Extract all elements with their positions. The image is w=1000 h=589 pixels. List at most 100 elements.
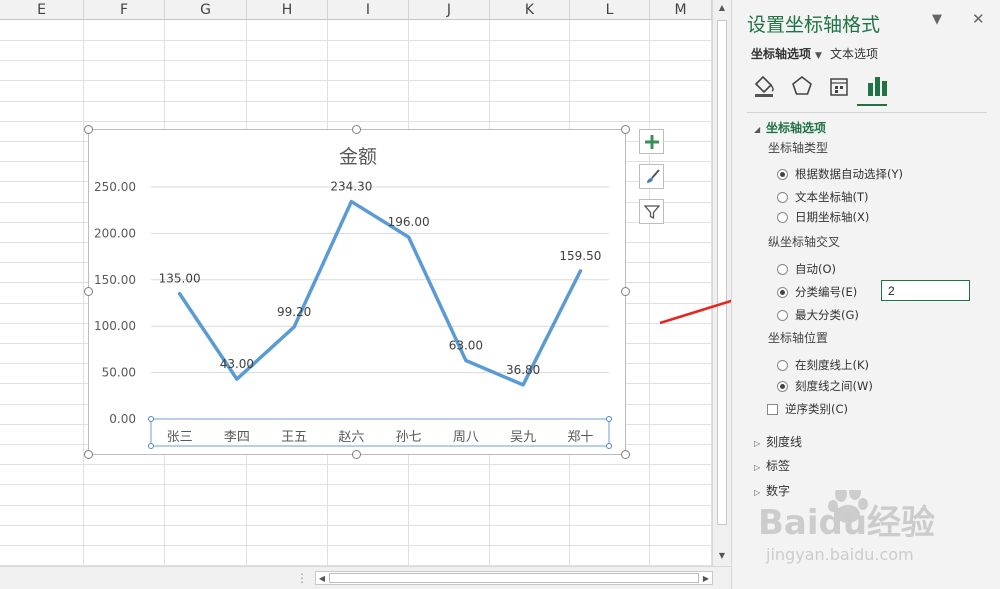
bar-chart-icon	[868, 77, 887, 96]
chart-plot[interactable]: 0.00 50.00 100.00 150.00 200.00 250.00 张三 李四 王五 赵…	[89, 130, 627, 456]
data-point[interactable]	[521, 383, 525, 387]
data-point[interactable]	[464, 359, 468, 363]
x-tick-label: 孙七	[396, 430, 422, 445]
axis-type-date-radio[interactable]: 日期坐标轴(X)	[777, 209, 869, 225]
axis-type-auto-radio[interactable]: 根据数据自动选择(Y)	[777, 166, 903, 182]
radio-icon[interactable]	[777, 191, 788, 203]
category-axis-selection[interactable]	[150, 418, 610, 447]
section-labels[interactable]: ▷ 标签	[754, 457, 790, 474]
vertical-axis-crosses-label: 纵坐标轴交叉	[768, 235, 841, 249]
resize-handle-top[interactable]	[352, 125, 361, 134]
column-header-f[interactable]: F	[84, 0, 165, 20]
data-label: 159.50	[559, 249, 601, 263]
data-point[interactable]	[578, 269, 582, 273]
column-header-m[interactable]: M	[650, 0, 712, 20]
gridline-horizontal	[0, 505, 712, 506]
chart-filters-button[interactable]	[639, 199, 664, 224]
scroll-left-icon[interactable]: ◀	[316, 573, 328, 584]
pane-options-dropdown-icon[interactable]: ▼	[932, 12, 942, 27]
data-point[interactable]	[178, 292, 182, 296]
vertical-scroll-thumb[interactable]	[717, 20, 727, 525]
horizontal-scrollbar[interactable]: ⋮ ◀ ▶	[0, 566, 731, 589]
data-point[interactable]	[407, 235, 411, 239]
scroll-up-icon[interactable]: ▲	[717, 2, 727, 14]
x-tick-label: 周八	[453, 430, 479, 445]
scroll-down-icon[interactable]: ▼	[717, 550, 727, 562]
data-point[interactable]	[292, 325, 296, 329]
radio-icon[interactable]	[777, 359, 788, 371]
watermark-url: jingyan.baidu.com	[765, 545, 914, 564]
expand-triangle-icon: ▷	[754, 463, 761, 472]
data-point[interactable]	[235, 377, 239, 381]
effects-tab[interactable]	[788, 72, 816, 100]
gridline-horizontal	[0, 121, 712, 122]
checkbox-icon[interactable]	[767, 403, 778, 415]
column-header-k[interactable]: K	[490, 0, 570, 20]
radio-icon[interactable]	[777, 309, 788, 321]
axis-selection-handle[interactable]	[148, 443, 154, 449]
axis-type-text-radio[interactable]: 文本坐标轴(T)	[777, 189, 869, 205]
gridline-horizontal	[0, 525, 712, 526]
position-on-tick-marks-radio[interactable]: 在刻度线上(K)	[777, 357, 869, 373]
radio-icon[interactable]	[777, 263, 788, 275]
radio-selected-icon[interactable]	[777, 380, 788, 392]
chart-elements-button[interactable]	[639, 129, 664, 154]
radio-selected-icon[interactable]	[777, 286, 788, 298]
horizontal-scroll-thumb[interactable]	[329, 573, 699, 583]
data-point[interactable]	[349, 200, 353, 204]
cross-category-number-radio[interactable]: 分类编号(E)	[777, 284, 857, 300]
axis-selection-handle[interactable]	[606, 443, 612, 449]
resize-handle-bottom[interactable]	[352, 450, 361, 459]
gridline-horizontal	[0, 40, 712, 41]
axis-selection-handle[interactable]	[606, 416, 612, 422]
cross-max-category-radio[interactable]: 最大分类(G)	[777, 307, 859, 323]
cross-auto-radio[interactable]: 自动(O)	[777, 261, 836, 277]
size-properties-tab[interactable]	[825, 72, 853, 100]
position-between-tick-marks-radio[interactable]: 刻度线之间(W)	[777, 378, 873, 394]
sheet-splitter-handle[interactable]: ⋮	[296, 571, 308, 585]
category-number-input[interactable]	[881, 280, 970, 301]
reverse-categories-checkbox[interactable]: 逆序类别(C)	[767, 401, 848, 417]
size-properties-icon	[830, 78, 848, 96]
tab-axis-options[interactable]: 坐标轴选项	[751, 47, 811, 61]
column-header-l[interactable]: L	[570, 0, 650, 20]
y-tick-label: 50.00	[102, 366, 136, 380]
chart-styles-button[interactable]	[639, 164, 664, 189]
gridline-horizontal	[0, 101, 712, 102]
column-header-h[interactable]: H	[247, 0, 328, 20]
line-chart[interactable]: 金额 0.00 50.00 100.00 150.00 200.00 250.00 张三 李四…	[88, 129, 626, 455]
section-tick-marks[interactable]: ▷ 刻度线	[754, 433, 802, 450]
column-header-e[interactable]: E	[0, 0, 84, 20]
watermark-brand: Baidu经验	[758, 503, 935, 543]
resize-handle-bottom-right[interactable]	[621, 450, 630, 459]
column-header-g[interactable]: G	[165, 0, 247, 20]
axis-options-tab[interactable]	[863, 72, 891, 100]
column-header-j[interactable]: J	[409, 0, 490, 20]
data-label: 43.00	[220, 357, 254, 371]
axis-position-label: 坐标轴位置	[768, 331, 829, 345]
x-tick-label: 张三	[167, 430, 193, 445]
x-tick-label: 赵六	[338, 430, 364, 445]
tab-text-options[interactable]: 文本选项	[830, 47, 878, 61]
resize-handle-left[interactable]	[84, 287, 93, 296]
resize-handle-top-left[interactable]	[84, 125, 93, 134]
radio-selected-icon[interactable]	[777, 168, 788, 180]
data-label: 99.20	[277, 305, 311, 319]
brush-icon	[646, 168, 660, 183]
close-icon[interactable]: ✕	[972, 10, 985, 28]
pane-divider	[747, 112, 987, 113]
resize-handle-bottom-left[interactable]	[84, 450, 93, 459]
y-tick-label: 100.00	[94, 319, 136, 333]
chevron-down-icon[interactable]: ▼	[815, 51, 822, 61]
fill-line-tab[interactable]	[750, 72, 778, 100]
radio-icon[interactable]	[777, 211, 788, 223]
column-header-i[interactable]: I	[328, 0, 409, 20]
resize-handle-right[interactable]	[621, 287, 630, 296]
axis-selection-handle[interactable]	[148, 416, 154, 422]
data-label: 234.30	[330, 180, 372, 194]
x-tick-label: 吴九	[510, 430, 536, 445]
scroll-right-icon[interactable]: ▶	[700, 573, 712, 584]
section-axis-options[interactable]: ◢ 坐标轴选项	[754, 119, 826, 136]
resize-handle-top-right[interactable]	[621, 125, 630, 134]
data-label: 135.00	[159, 272, 201, 286]
